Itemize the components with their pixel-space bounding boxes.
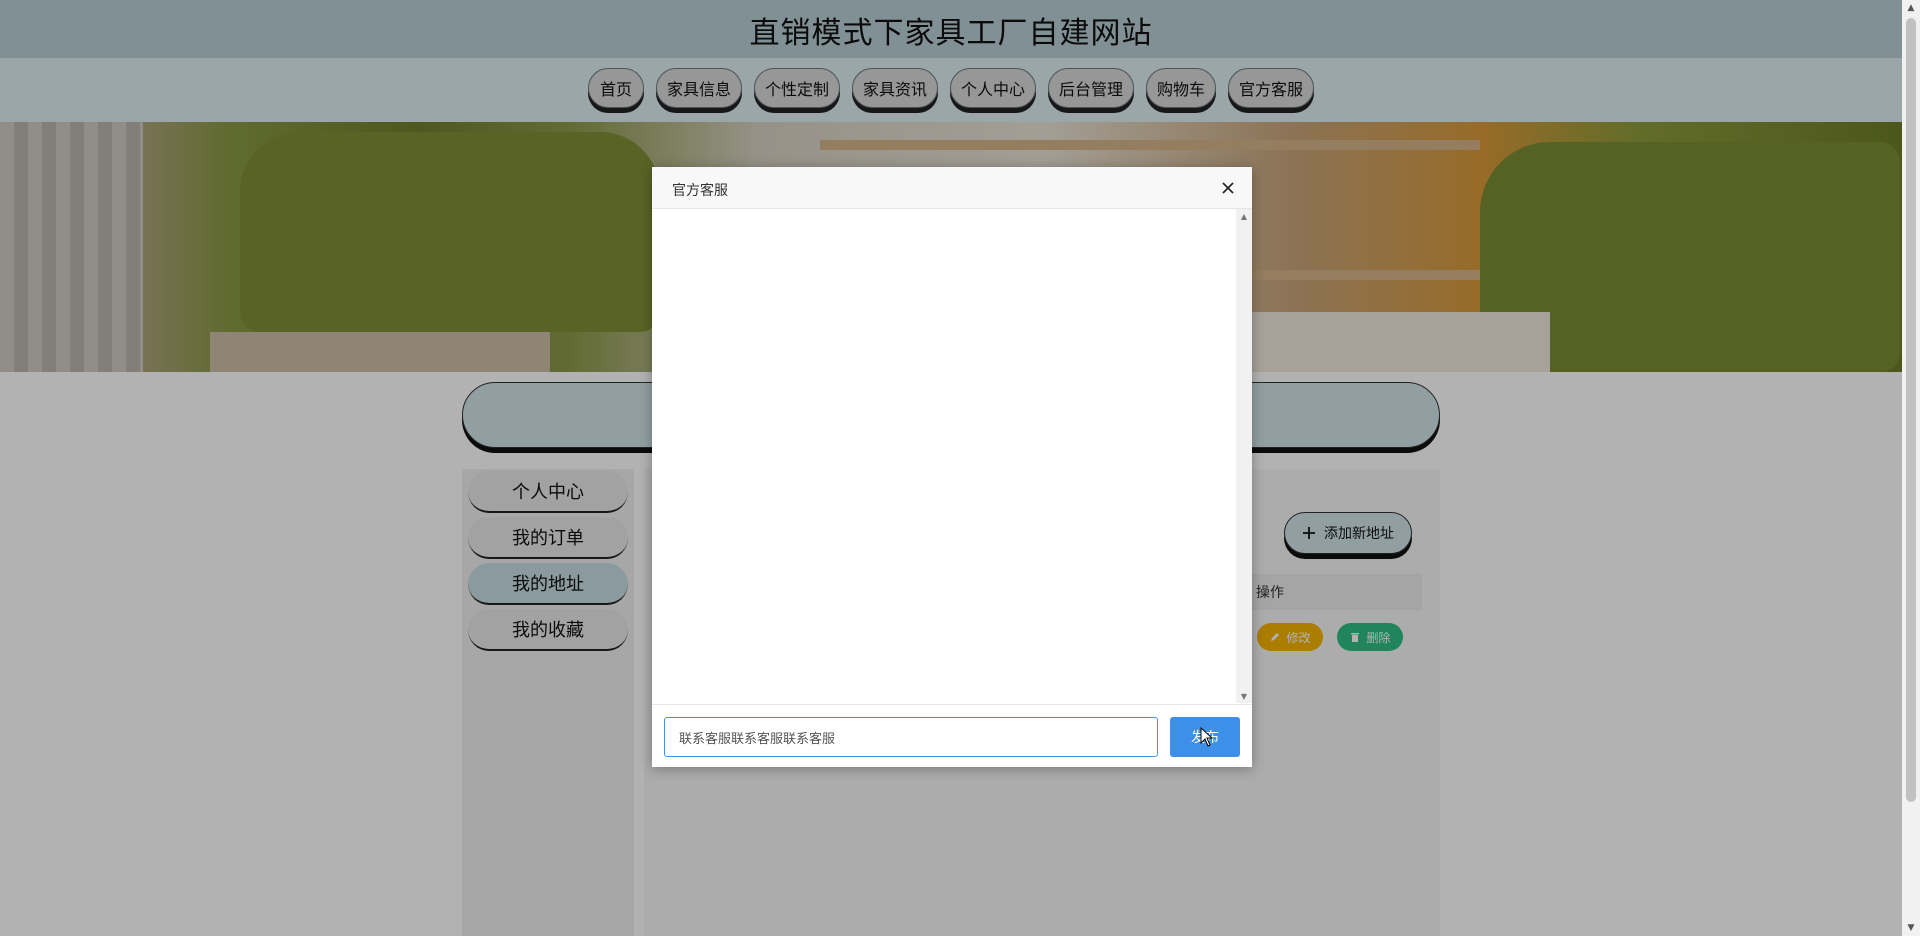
chat-scroll-down-icon[interactable]: ▼ bbox=[1236, 689, 1252, 703]
scroll-down-arrow-icon[interactable]: ▼ bbox=[1902, 920, 1920, 936]
page-scroll-thumb[interactable] bbox=[1906, 18, 1916, 802]
mouse-cursor-icon bbox=[1200, 727, 1214, 747]
dialog-header: 官方客服 bbox=[652, 167, 1252, 209]
chat-scrollbar[interactable]: ▲ ▼ bbox=[1236, 209, 1252, 703]
dialog-title: 官方客服 bbox=[672, 183, 728, 199]
customer-service-dialog: 官方客服 ▲ ▼ 发布 bbox=[652, 167, 1252, 767]
scroll-up-arrow-icon[interactable]: ▲ bbox=[1902, 0, 1920, 16]
chat-message-input[interactable] bbox=[664, 717, 1158, 757]
chat-message-area[interactable]: ▲ ▼ bbox=[652, 209, 1252, 705]
page-scrollbar[interactable]: ▲ ▼ bbox=[1902, 0, 1920, 936]
chat-scroll-up-icon[interactable]: ▲ bbox=[1236, 209, 1252, 223]
close-icon[interactable] bbox=[1218, 178, 1238, 198]
